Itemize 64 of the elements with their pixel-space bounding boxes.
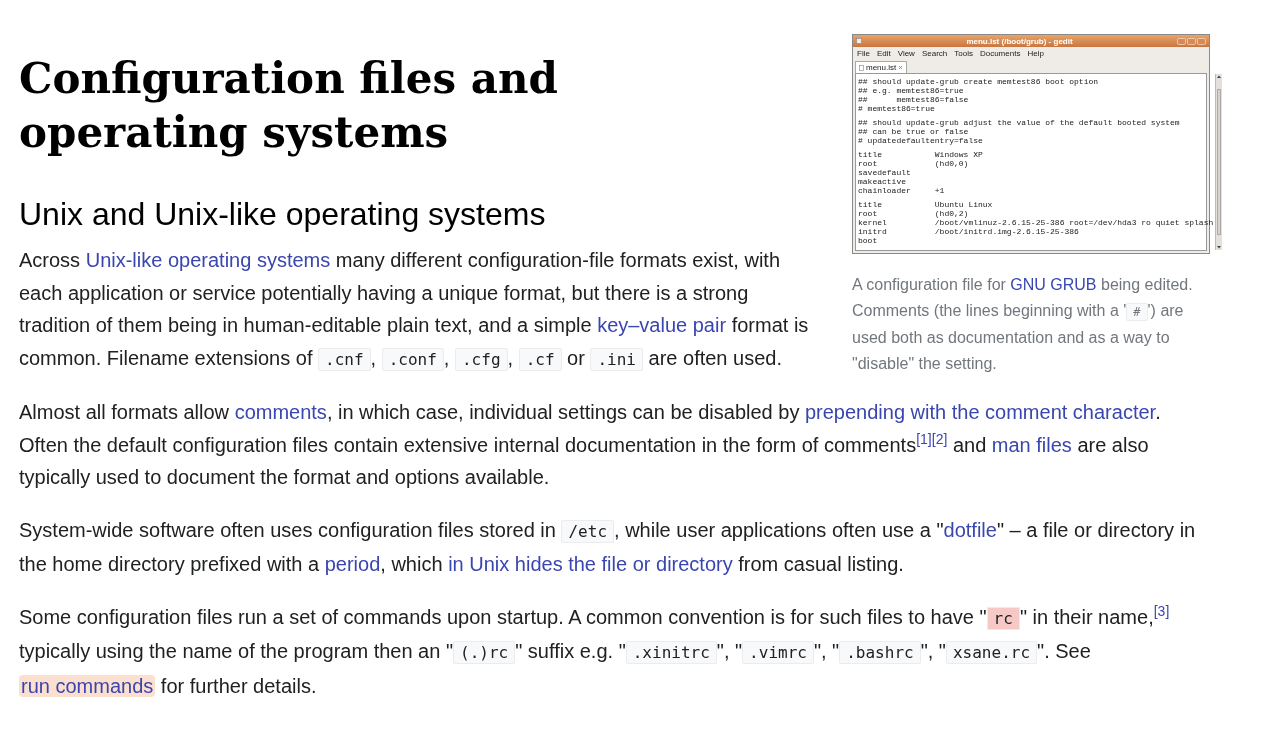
link[interactable]: prepending with the comment character	[804, 401, 1156, 423]
figure-caption: A configuration file for GNU GRUB being edited. Comments (the lines beginning with a ' # ') are used both as documentation and as a way to "disable" the setting.	[852, 275, 1194, 374]
code-snippet: .ini	[590, 347, 643, 371]
code-line: root (hd0,0)	[858, 159, 969, 168]
code-line: makeactive	[858, 177, 906, 186]
menu-item[interactable]: Edit	[876, 49, 891, 58]
code-snippet: (.)rc	[453, 641, 516, 664]
link[interactable]: in Unix hides the file or directory	[448, 553, 733, 575]
menu-item[interactable]: Search	[921, 49, 948, 58]
code-line: boot	[858, 236, 878, 245]
menu-item[interactable]: Tools	[954, 49, 973, 58]
code-snippet: xsane.rc	[945, 641, 1038, 664]
code-snippet: .bashrc	[839, 641, 921, 664]
code-line: root (hd0,2)	[858, 209, 969, 218]
link[interactable]: key–value pair	[597, 314, 727, 336]
footnote-link[interactable]: [1]	[916, 430, 932, 447]
app-icon	[856, 38, 862, 44]
scroll-up-icon[interactable]	[1216, 74, 1223, 80]
paragraph: Almost all formats allow comments, in which case, individual settings can be disabled by prepending with the comment character. Often the default configuration files contain extensive internal documentation in the form of comments$^{[1]}$$^{[2]}$ and man files are also typically used to document the format and options available.	[19, 400, 1162, 490]
paragraph: Some configuration files run a set of commands upon startup. A common convention is for such files to have " rc " in their name,$^{[3]}$ typically using the name of the program then an " (.)rc " suffix e.g. " .xinitrc ", " .vimrc ", " .bashrc ", " xsane.rc ". See run commands for further details.	[19, 601, 1171, 699]
code-snippet: rc	[986, 606, 1020, 630]
link[interactable]: dotfile	[943, 518, 997, 541]
link[interactable]: period	[324, 553, 381, 575]
code-line: chainloader +1	[858, 186, 945, 195]
code-line: title Windows XP	[858, 150, 983, 159]
paragraph: Across Unix-like operating systems many different configuration-file formats exist, with each application or service potentially having a unique format, but there is a strong tradition of them being in human-editable plain text, and a simple key–value pair format is common. Filename extensions of .cnf , .conf , .cfg , .cf or .ini are often used.	[19, 248, 810, 373]
document-icon	[859, 64, 864, 71]
link[interactable]: comments	[234, 401, 327, 423]
code-line: savedefault	[858, 168, 911, 177]
link[interactable]: man files	[991, 433, 1072, 456]
menu-item[interactable]: File	[857, 49, 870, 58]
code-snippet: .xinitrc	[625, 641, 717, 664]
code-line: ## can be true or false	[858, 127, 969, 136]
section-heading: Unix and Unix-like operating systems	[19, 195, 547, 234]
code-line: title Ubuntu Linux	[858, 200, 993, 209]
code-snippet: .cf	[518, 347, 562, 371]
code-snippet: #	[1126, 303, 1148, 321]
code-line: # updatedefaultentry=false	[858, 136, 983, 145]
code-line: initrd /boot/initrd.img-2.6.15-25-386	[858, 227, 1079, 236]
scrollbar[interactable]	[1215, 74, 1223, 250]
code-snippet: .vimrc	[742, 641, 814, 664]
code-line: kernel /boot/vmlinuz-2.6.15-25-386 root=/dev/hda3 ro quiet splash	[858, 218, 1214, 227]
code-line: ## should update-grub create memtest86 boot option	[858, 77, 1099, 86]
link[interactable]: run commands	[19, 674, 156, 697]
footnote-link[interactable]: [2]	[931, 430, 948, 447]
footnote-link[interactable]: [3]	[1153, 602, 1170, 619]
code-line: # memtest86=true	[858, 104, 935, 113]
menu-item[interactable]: Documents	[979, 49, 1021, 58]
page-title: Configuration files and operating systems	[19, 53, 559, 159]
link[interactable]: Unix-like operating systems	[85, 249, 331, 271]
code-line: ## should update-grub adjust the value of the default booted system	[858, 118, 1180, 127]
code-snippet: .conf	[381, 347, 444, 371]
paragraph: System-wide software often uses configuration files stored in /etc , while user applications often use a "dotfile" – a file or directory in the home directory prefixed with a period, which in Unix hides the file or directory from casual listing.	[19, 517, 1197, 577]
code-snippet: /etc	[561, 519, 614, 543]
menu-item[interactable]: View	[897, 49, 915, 58]
code-line: ## e.g. memtest86=true	[858, 86, 964, 95]
link[interactable]: GNU GRUB	[1010, 276, 1097, 293]
code-snippet: .cfg	[455, 347, 508, 371]
code-snippet: .cnf	[318, 347, 371, 371]
code-line: ## memtest86=false	[858, 95, 969, 104]
menu-item[interactable]: Help	[1027, 49, 1044, 58]
document-tab[interactable]: menu.lst	[855, 61, 908, 73]
scroll-down-icon[interactable]	[1216, 244, 1223, 250]
window-title: menu.lst (/boot/grub) - gedit	[965, 36, 1074, 46]
